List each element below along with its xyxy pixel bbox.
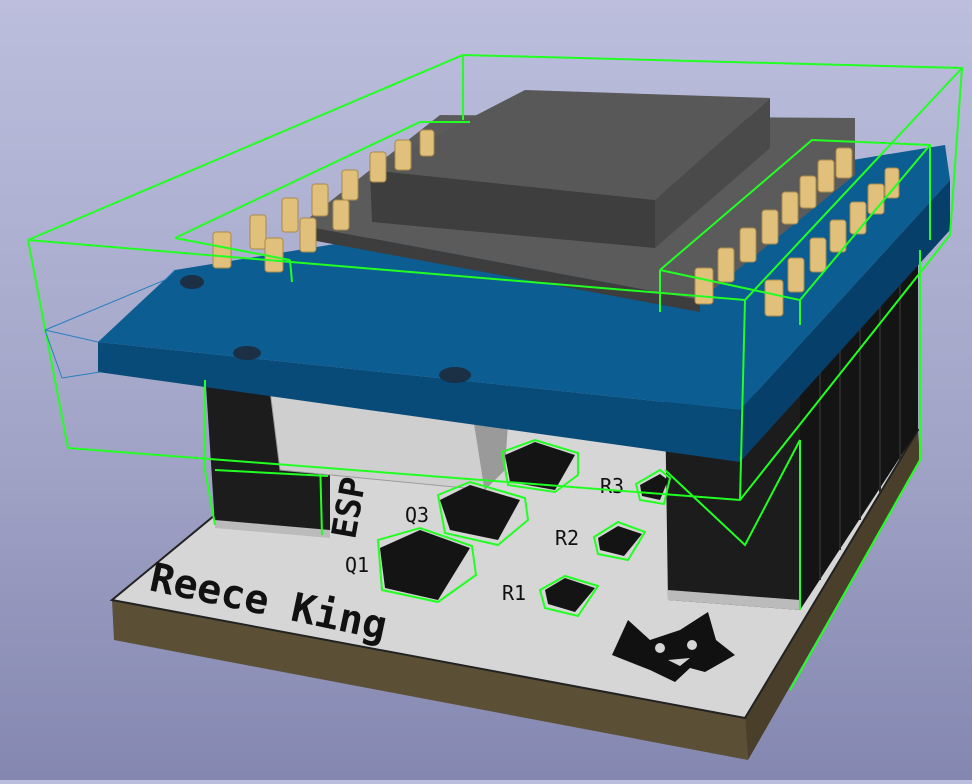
3d-viewport[interactable]: Reece King ESP Q1 Q3 R1 R2 R3: [0, 0, 972, 780]
designator-r3: R3: [600, 474, 624, 498]
designator-q3: Q3: [405, 503, 429, 527]
scene: Reece King ESP Q1 Q3 R1 R2 R3: [27, 53, 965, 760]
designator-r2: R2: [555, 526, 579, 550]
designator-q1: Q1: [345, 553, 369, 577]
designator-r1: R1: [502, 581, 526, 605]
